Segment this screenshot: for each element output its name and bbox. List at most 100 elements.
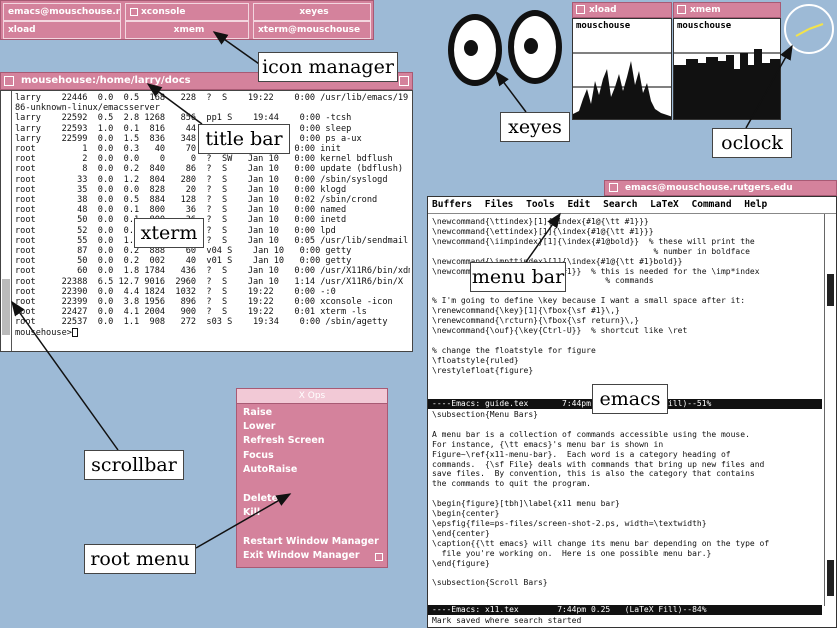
xeyes-window [442, 4, 570, 96]
terminal-line: root 8 0.0 0.2 840 86 ? S Jan 10 0:00 up… [15, 164, 404, 175]
pupil-icon [524, 38, 538, 54]
buffer-line: \restylefloat{figure} [432, 365, 534, 375]
resize-button-icon[interactable] [399, 76, 409, 86]
clock-hands-icon [795, 23, 824, 37]
callout-icon-manager: icon manager [258, 52, 398, 82]
buffer-line: % change the floatstyle for figure [432, 345, 596, 355]
memory-graph [674, 49, 780, 119]
callout-xterm: xterm [134, 218, 204, 248]
iconify-button-icon[interactable] [4, 76, 14, 86]
window-title: emacs@mouschouse.rutgers.edu [625, 183, 793, 193]
callout-title-bar: title bar [198, 124, 290, 154]
buffer-line: \newcommand{\ettindex}[1]{\index{#1@{\tt… [432, 226, 654, 236]
menu-tools[interactable]: Tools [526, 199, 555, 210]
buffer-line: \newcommand{\ttindex}[1]{\index{#1@{\tt … [432, 217, 649, 226]
menu-item-refresh-screen[interactable]: Refresh Screen [243, 435, 325, 446]
menu-edit[interactable]: Edit [567, 199, 590, 210]
buffer-line: file you're working on. Here is one poss… [432, 548, 712, 558]
callout-emacs: emacs [592, 384, 668, 414]
root-menu-title: X Ops [237, 389, 387, 404]
icon-manager-entry-emacs[interactable]: emacs@mouschouse.rutg [3, 3, 121, 21]
terminal-line: root 35 0.0 0.0 828 20 ? S Jan 10 0:00 k… [15, 184, 347, 195]
icon-manager-entry-label: xterm@mouschouse [258, 25, 361, 35]
menu-files[interactable]: Files [485, 199, 514, 210]
emacs-scrollbar-top[interactable] [824, 214, 836, 410]
terminal-cursor [71, 327, 78, 337]
buffer-line: save files. By convention, this is also … [432, 469, 755, 479]
buffer-line: \newcommand{\ouf}{\key{Ctrl-U}} % shortc… [432, 325, 688, 335]
left-eye-icon [448, 14, 502, 86]
buffer-line: A menu bar is a collection of commands a… [432, 429, 750, 439]
buffer-line: % number in boldface [432, 246, 750, 256]
terminal-line: root 22427 0.0 4.1 2004 900 ? S 19:22 0:… [15, 307, 367, 318]
window-icon [130, 7, 138, 16]
menu-search[interactable]: Search [603, 199, 637, 210]
emacs-buffer-x11[interactable]: \subsection{Menu Bars} A menu bar is a c… [432, 410, 822, 600]
menu-buffers[interactable]: Buffers [432, 199, 472, 210]
iconify-button-icon[interactable] [609, 183, 618, 192]
buffer-line: \subsection{Scroll Bars} [432, 578, 548, 588]
menu-command[interactable]: Command [692, 199, 732, 210]
buffer-line: commands. {\sf File} deals with commands… [432, 459, 765, 469]
terminal-line: 86-unknown-linux/emacsserver [15, 103, 160, 114]
buffer-line [432, 336, 822, 346]
menu-item-exit-window-manager[interactable]: Exit Window Manager [243, 550, 360, 561]
xterm-scrollbar[interactable] [1, 91, 12, 351]
terminal-line: root 87 0.0 0.2 888 60 v04 S Jan 10 0:00… [15, 246, 352, 257]
terminal-line: root 55 0.0 1.1 876 248 ? S Jan 10 0:05 … [15, 235, 409, 246]
terminal-line: larry 22446 0.0 0.5 168 228 ? S 19:22 0:… [15, 93, 410, 103]
icon-manager-entry-xconsole[interactable]: xconsole [125, 3, 249, 21]
menu-item-kill[interactable]: Kill [243, 507, 260, 518]
buffer-line: \floatstyle{ruled} [432, 355, 519, 365]
icon-manager-entry-xterm[interactable]: xterm@mouschouse [253, 21, 371, 39]
emacs-scrollbar-bottom[interactable] [824, 410, 836, 606]
terminal-line: root 22399 0.0 3.8 1956 896 ? S 19:22 0:… [15, 297, 393, 308]
buffer-line: \begin{figure}[tbh]\label{x11 menu bar} [432, 499, 620, 509]
menu-item-restart-window-manager[interactable]: Restart Window Manager [243, 536, 379, 547]
buffer-line: \end{figure} [432, 558, 490, 568]
buffer-line [432, 569, 822, 579]
buffer-line: \renewcommand{\key}[1]{\fbox{\sf #1}\,} [432, 306, 620, 316]
menu-item-raise[interactable]: Raise [243, 407, 272, 418]
iconify-button-icon[interactable] [576, 5, 585, 14]
oclock-window [784, 4, 834, 54]
icon-manager: emacs@mouschouse.rutg xconsole xeyes xlo… [0, 0, 374, 40]
buffer-line: the commands to quit the program. [432, 479, 591, 489]
emacs-title-bar[interactable]: emacs@mouschouse.rutgers.edu [604, 180, 837, 196]
icon-manager-entry-label: xload [8, 25, 36, 35]
mode-line-x11: ----Emacs: x11.tex 7:44pm 0.25 (LaTeX Fi… [428, 605, 822, 615]
terminal-line: root 2 0.0 0.0 0 0 ? SW Jan 10 0:00 kern… [15, 154, 393, 165]
right-eye-icon [508, 10, 562, 84]
menu-item-autoraise[interactable]: AutoRaise [243, 464, 297, 475]
xmem-title-bar[interactable]: xmem [673, 2, 781, 18]
buffer-line: \caption{{\tt emacs} will change its men… [432, 538, 770, 548]
buffer-line: Figure~\ref{x11-menu-bar}. Each word is … [432, 449, 731, 459]
pupil-icon [464, 40, 478, 56]
buffer-line: % I'm going to define \key because I wan… [432, 296, 746, 306]
emacs-menu-bar: Buffers Files Tools Edit Search LaTeX Co… [428, 197, 836, 214]
buffer-line: \epsfig{file=ps-files/screen-shot-2.ps, … [432, 518, 707, 528]
icon-manager-entry-xeyes[interactable]: xeyes [253, 3, 371, 21]
buffer-line: \newcommand{\iimpindex}[1]{\index{#1@bol… [432, 236, 755, 246]
menu-item-lower[interactable]: Lower [243, 421, 276, 432]
terminal-line: root 22537 0.0 1.1 908 272 s03 S 19:34 0… [15, 317, 388, 328]
icon-manager-entry-xload[interactable]: xload [3, 21, 121, 39]
iconify-button-icon[interactable] [677, 5, 686, 14]
terminal-line: root 38 0.0 0.5 884 128 ? S Jan 10 0:02 … [15, 195, 378, 206]
menu-corner-icon [375, 553, 383, 561]
emacs-buffer-guide[interactable]: \newcommand{\ttindex}[1]{\index{#1@{\tt … [432, 217, 822, 389]
scrollbar-thumb[interactable] [827, 560, 834, 596]
menu-item-delete[interactable]: Delete [243, 493, 278, 504]
menu-item-focus[interactable]: Focus [243, 450, 274, 461]
callout-menu-bar: menu bar [470, 262, 566, 292]
menu-latex[interactable]: LaTeX [650, 199, 679, 210]
scrollbar-thumb[interactable] [827, 274, 834, 306]
menu-help[interactable]: Help [744, 199, 767, 210]
xload-window: mouschouse [572, 18, 672, 120]
xload-title-bar[interactable]: xload [572, 2, 672, 18]
icon-manager-entry-xmem[interactable]: xmem [125, 21, 249, 39]
scrollbar-thumb[interactable] [2, 279, 10, 335]
terminal-line: larry 22592 0.5 2.8 1268 856 pp1 S 19:44… [15, 113, 352, 124]
window-title: mousehouse:/home/larry/docs [21, 75, 191, 86]
minibuffer[interactable]: Mark saved where search started [432, 616, 822, 628]
